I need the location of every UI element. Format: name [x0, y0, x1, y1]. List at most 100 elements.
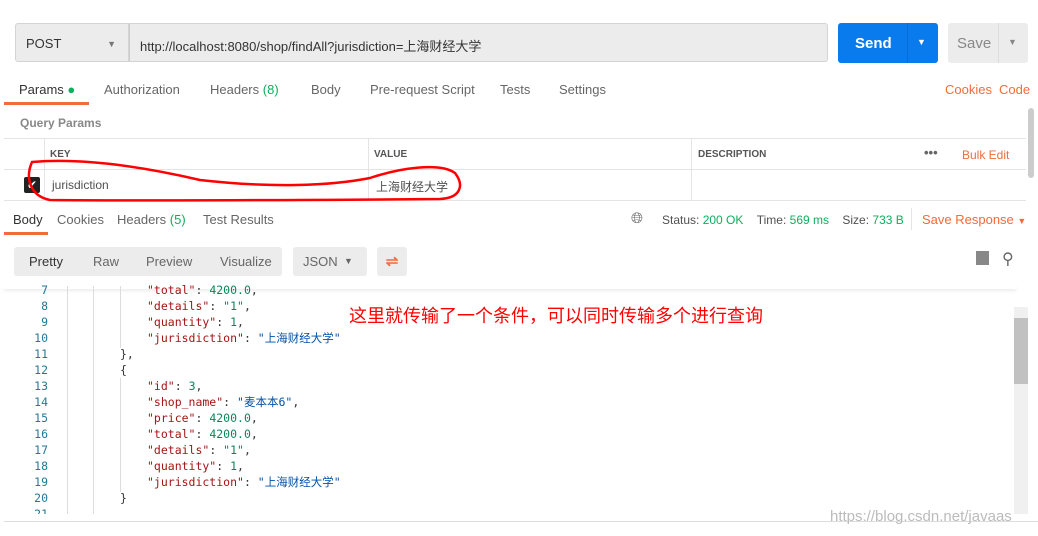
globe-icon: 🌐︎	[631, 210, 644, 227]
response-tab-cookies[interactable]: Cookies	[57, 212, 104, 227]
line-number: 14	[34, 395, 48, 409]
send-label: Send	[855, 35, 892, 52]
line-number: 12	[34, 363, 48, 377]
active-tab-indicator	[4, 102, 89, 105]
red-annotation-outline	[27, 159, 462, 202]
tab-headers[interactable]: Headers (8)	[210, 82, 279, 97]
tab-body[interactable]: Body	[311, 82, 341, 97]
json-key: "total"	[147, 427, 196, 441]
line-number: 10	[34, 331, 48, 345]
json-value: 3	[188, 379, 196, 393]
more-options-icon[interactable]: •••	[924, 145, 938, 160]
code-line: "quantity": 1,	[147, 315, 244, 329]
code-line: "jurisdiction": "上海财经大学"	[147, 475, 341, 489]
response-tab-headers[interactable]: Headers (5)	[117, 212, 186, 227]
line-number: 20	[34, 491, 48, 505]
response-status: Status: 200 OK Time: 569 ms Size: 733 B	[662, 213, 904, 227]
chevron-down-icon: ▼	[344, 256, 353, 266]
line-number: 16	[34, 427, 48, 441]
params-scrollbar[interactable]	[1028, 108, 1034, 178]
code-link[interactable]: Code	[999, 82, 1030, 97]
tab-tests[interactable]: Tests	[500, 82, 530, 97]
line-number: 8	[41, 299, 48, 313]
save-response-button[interactable]: Save Response ▼	[922, 212, 1026, 227]
active-tab-indicator	[4, 232, 48, 235]
json-value: "上海财经大学"	[257, 475, 341, 489]
format-select[interactable]: JSON ▼	[293, 247, 367, 276]
code-line: }	[120, 490, 127, 506]
json-value: "1"	[223, 443, 244, 457]
method-select[interactable]: POST ▼	[15, 23, 129, 62]
line-number: 11	[34, 347, 48, 361]
save-dropdown-icon[interactable]: ▼	[1008, 37, 1017, 47]
code-line: "total": 4200.0,	[147, 283, 258, 297]
json-value: 1	[230, 315, 238, 329]
save-label: Save	[957, 35, 992, 52]
line-number: 15	[34, 411, 48, 425]
bulk-edit-link[interactable]: Bulk Edit	[962, 148, 1009, 162]
view-raw[interactable]: Raw	[93, 254, 119, 269]
watermark: https://blog.csdn.net/javaas	[830, 508, 1012, 525]
copy-icon[interactable]	[976, 251, 989, 265]
code-line: "total": 4200.0,	[147, 427, 258, 441]
tab-params[interactable]: Params ●	[19, 82, 75, 97]
json-value: 1	[230, 459, 238, 473]
code-line: "quantity": 1,	[147, 459, 244, 473]
json-value: "上海财经大学"	[257, 331, 341, 345]
chevron-down-icon: ▼	[107, 39, 116, 49]
code-line: "id": 3,	[147, 379, 203, 393]
wrap-lines-icon[interactable]: ⇌	[377, 247, 407, 276]
json-key: "total"	[147, 283, 196, 297]
view-pretty[interactable]: Pretty	[29, 254, 63, 269]
method-value: POST	[26, 36, 62, 51]
json-key: "id"	[147, 379, 175, 393]
code-line: "details": "1",	[147, 443, 251, 457]
view-preview[interactable]: Preview	[146, 254, 192, 269]
send-dropdown-icon[interactable]: ▼	[917, 37, 926, 47]
bracket: },	[120, 347, 134, 361]
divider	[4, 138, 1026, 139]
line-number: 17	[34, 443, 48, 457]
search-icon[interactable]: ⚲	[1002, 249, 1014, 269]
json-key: "price"	[147, 411, 196, 425]
json-key: "quantity"	[147, 315, 217, 329]
json-key: "jurisdiction"	[147, 475, 244, 489]
json-value: "1"	[223, 299, 244, 313]
code-line: "price": 4200.0,	[147, 411, 258, 425]
code-line: "details": "1",	[147, 299, 251, 313]
divider	[911, 208, 912, 230]
json-value: "麦本本6"	[237, 395, 293, 409]
json-value: 4200.0	[209, 283, 251, 297]
divider	[907, 23, 908, 63]
view-visualize[interactable]: Visualize	[220, 254, 272, 269]
response-tab-body[interactable]: Body	[13, 212, 43, 227]
save-button[interactable]: Save ▼	[948, 23, 1028, 63]
json-key: "quantity"	[147, 459, 217, 473]
send-button[interactable]: Send ▼	[838, 23, 938, 63]
tab-settings[interactable]: Settings	[559, 82, 606, 97]
line-number: 9	[41, 315, 48, 329]
params-dot-icon: ●	[67, 82, 76, 97]
url-input[interactable]: http://localhost:8080/shop/findAll?juris…	[129, 23, 828, 62]
json-key: "details"	[147, 299, 210, 313]
code-scrollbar-thumb[interactable]	[1014, 318, 1028, 384]
line-number: 19	[34, 475, 48, 489]
json-key: "jurisdiction"	[147, 331, 244, 345]
bracket: }	[120, 491, 127, 505]
line-number: 13	[34, 379, 48, 393]
divider	[998, 23, 999, 63]
line-number: 7	[41, 283, 48, 297]
query-params-title: Query Params	[20, 116, 102, 130]
json-value: 4200.0	[209, 427, 251, 441]
annotation-text: 这里就传输了一个条件，可以同时传输多个进行查询	[349, 306, 763, 326]
tab-pre-request-script[interactable]: Pre-request Script	[370, 82, 475, 97]
response-tab-test-results[interactable]: Test Results	[203, 212, 274, 227]
divider	[691, 138, 692, 200]
bracket: {	[120, 363, 127, 377]
code-line: },	[120, 346, 134, 362]
cookies-link[interactable]: Cookies	[945, 82, 992, 97]
json-key: "shop_name"	[147, 395, 224, 409]
line-number: 18	[34, 459, 48, 473]
line-number: 21	[34, 507, 48, 514]
tab-authorization[interactable]: Authorization	[104, 82, 180, 97]
